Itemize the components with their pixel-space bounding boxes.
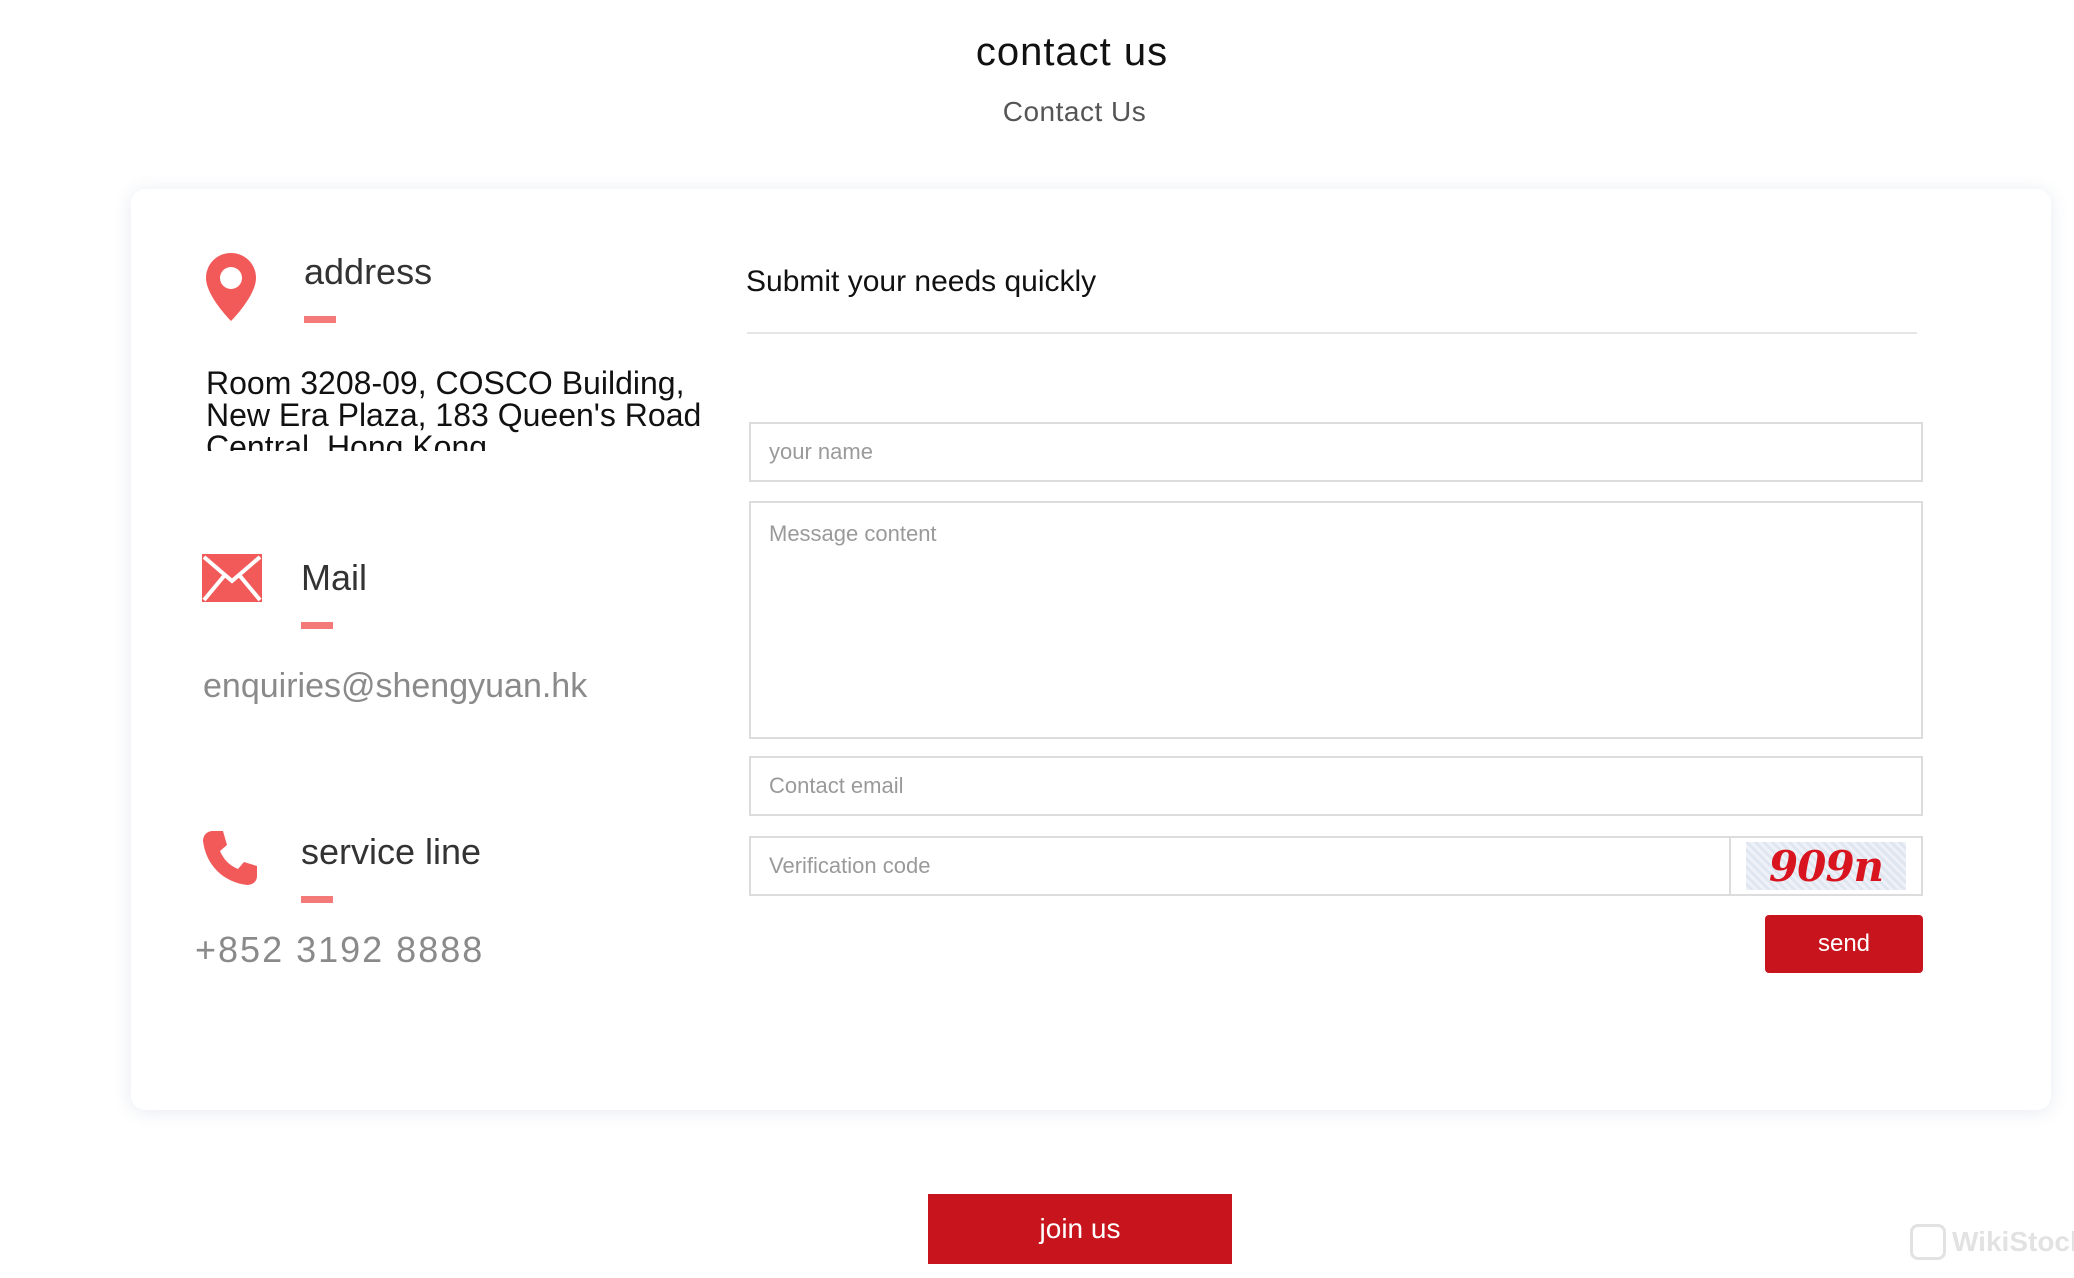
send-button[interactable]: send	[1765, 915, 1923, 973]
address-title: address	[304, 251, 433, 292]
email-input[interactable]	[749, 756, 1923, 816]
watermark-text: WikiStock	[1952, 1226, 2074, 1257]
form-title: Submit your needs quickly	[746, 265, 1097, 298]
watermark: WikiStock	[1910, 1224, 2074, 1260]
contact-card: address Room 3208-09, COSCO Building, Ne…	[131, 189, 2051, 1110]
watermark-logo-icon	[1910, 1224, 1946, 1260]
captcha-text: 909n	[1746, 842, 1906, 891]
page-subtitle: Contact Us	[1002, 96, 1147, 127]
address-dash	[304, 316, 336, 323]
mail-title: Mail	[301, 557, 368, 598]
message-textarea[interactable]	[749, 501, 1923, 739]
location-pin-icon	[206, 253, 256, 321]
mail-link[interactable]: enquiries@shengyuan.hk	[203, 667, 587, 706]
phone-title: service line	[301, 831, 482, 872]
page-title: contact us	[975, 30, 1169, 74]
address-text: Room 3208-09, COSCO Building, New Era Pl…	[206, 367, 702, 451]
name-input[interactable]	[749, 422, 1923, 482]
verification-code-input[interactable]	[749, 836, 1731, 896]
join-us-button[interactable]: join us	[928, 1194, 1232, 1264]
captcha-image[interactable]: 909n	[1729, 836, 1923, 896]
mail-dash	[301, 622, 333, 629]
phone-number: +852 3192 8888	[195, 929, 485, 970]
envelope-icon	[202, 554, 262, 602]
phone-dash	[301, 896, 333, 903]
phone-icon	[203, 831, 257, 885]
form-divider	[747, 332, 1917, 334]
